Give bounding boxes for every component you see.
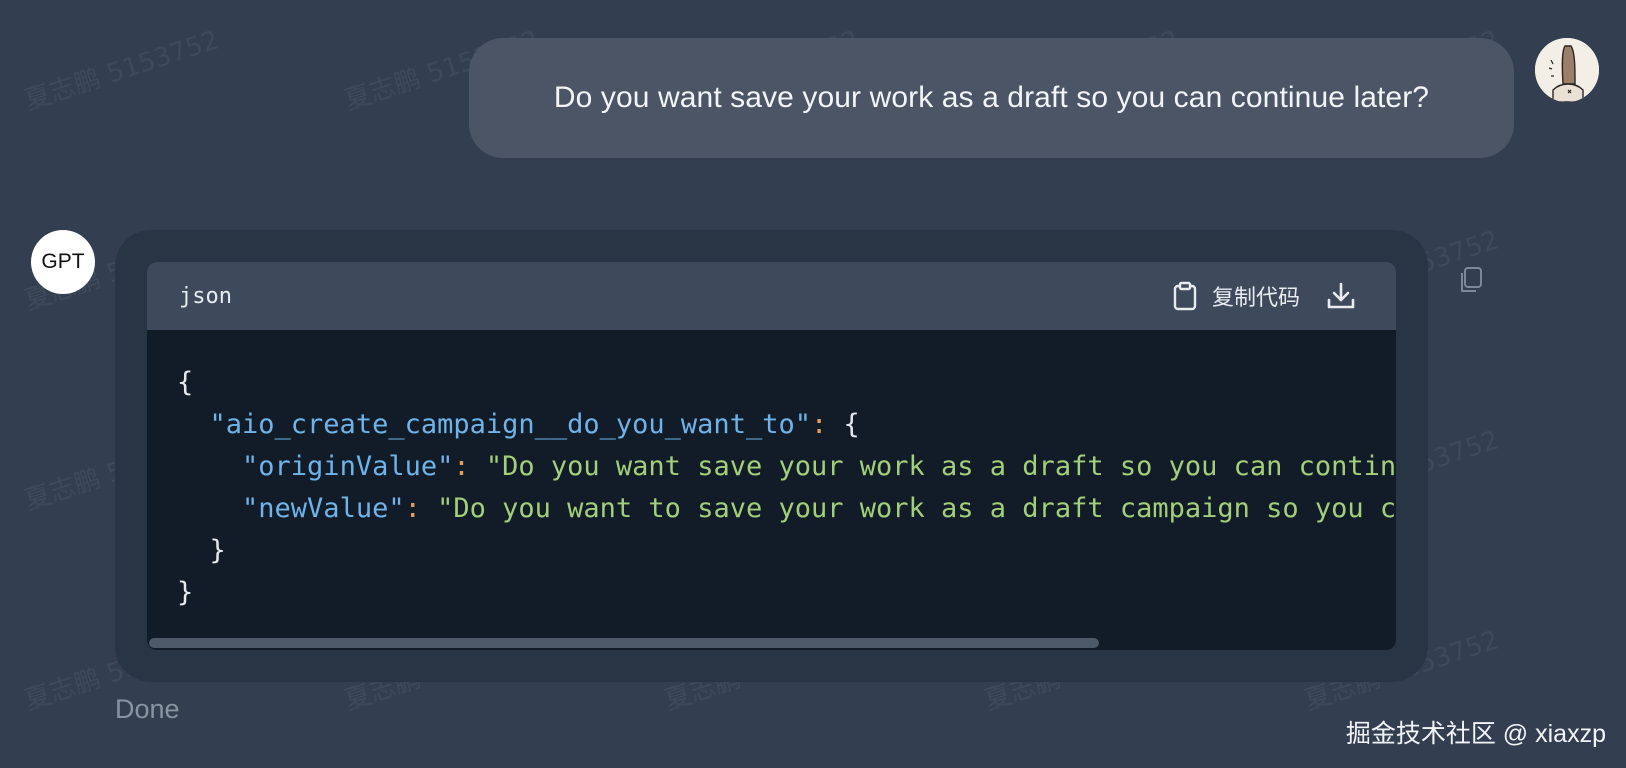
code-block-header: json 复制代码 bbox=[147, 262, 1396, 330]
code-actions: 复制代码 bbox=[1172, 280, 1356, 312]
json-colon: : bbox=[453, 451, 486, 482]
assistant-avatar: GPT bbox=[31, 230, 95, 294]
copy-message-button[interactable] bbox=[1456, 265, 1486, 295]
download-icon bbox=[1327, 282, 1355, 309]
assistant-avatar-label: GPT bbox=[41, 250, 85, 273]
code-token: } bbox=[177, 535, 226, 566]
copy-code-label: 复制代码 bbox=[1211, 285, 1300, 310]
watermark: 夏志鹏 5153752 bbox=[21, 25, 223, 117]
code-content: { "aio_create_campaign__do_you_want_to":… bbox=[147, 330, 1396, 614]
json-colon: : bbox=[810, 409, 844, 440]
code-body[interactable]: { "aio_create_campaign__do_you_want_to":… bbox=[147, 330, 1396, 650]
horizontal-scrollbar[interactable] bbox=[147, 636, 1396, 650]
json-colon: : bbox=[404, 493, 438, 524]
code-language-label: json bbox=[179, 283, 232, 309]
copy-icon bbox=[1461, 267, 1482, 292]
code-token: { bbox=[843, 409, 860, 440]
user-avatar[interactable] bbox=[1535, 38, 1599, 102]
download-code-button[interactable] bbox=[1326, 281, 1356, 311]
code-token: } bbox=[177, 577, 194, 608]
json-key: "aio_create_campaign__do_you_want_to" bbox=[209, 409, 811, 440]
footer-credit: 掘金技术社区 @ xiaxzp bbox=[1345, 720, 1606, 748]
scrollbar-thumb[interactable] bbox=[149, 638, 1099, 648]
json-key: "newValue" bbox=[242, 493, 405, 524]
user-message-bubble: Do you want save your work as a draft so… bbox=[469, 38, 1514, 158]
user-message-text: Do you want save your work as a draft so… bbox=[553, 81, 1430, 114]
assistant-message-bubble: json 复制代码 { "aio_create_campaign__do_you… bbox=[115, 230, 1428, 682]
json-string-value: "Do you want save your work as a draft s… bbox=[485, 451, 1396, 482]
user-avatar-drawing-icon bbox=[1535, 38, 1599, 102]
copy-code-button[interactable]: 复制代码 bbox=[1172, 280, 1300, 312]
json-string-value: "Do you want to save your work as a draf… bbox=[437, 493, 1396, 524]
code-token: { bbox=[177, 367, 194, 398]
status-text: Done bbox=[115, 694, 180, 724]
json-key: "originValue" bbox=[242, 451, 454, 482]
code-block: json 复制代码 { "aio_create_campaign__do_you… bbox=[147, 262, 1396, 650]
clipboard-icon bbox=[1173, 281, 1197, 311]
